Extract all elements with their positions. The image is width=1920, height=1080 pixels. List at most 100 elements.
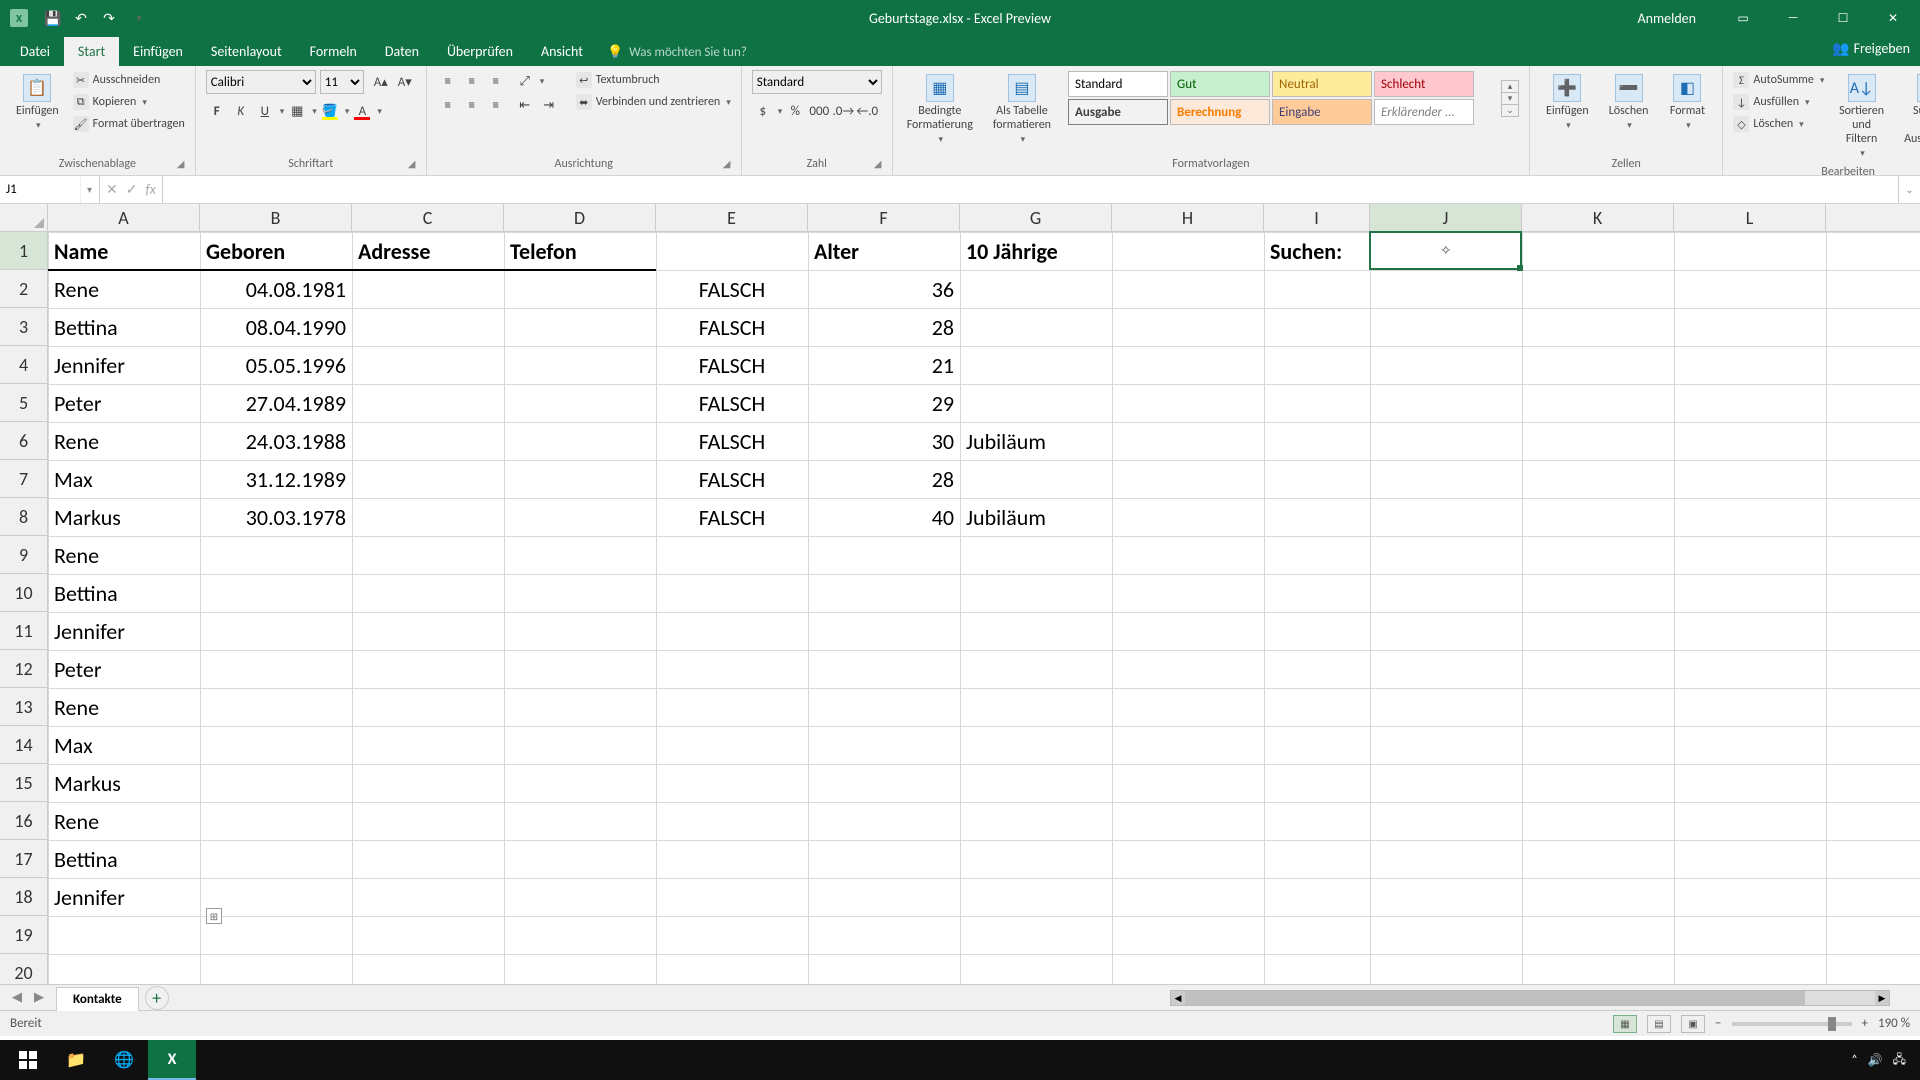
format-as-table-button[interactable]: ▤Als Tabelle formatieren▾ [985, 70, 1059, 149]
indent-increase-icon[interactable]: ⇥ [538, 94, 560, 116]
name-box-input[interactable] [0, 182, 80, 197]
cell-A6[interactable]: Rene [48, 422, 200, 460]
cell-E3[interactable]: FALSCH [656, 308, 808, 346]
cell-A14[interactable]: Max [48, 726, 200, 764]
find-select-button[interactable]: 🔍Suchen und Auswählen▾ [1899, 70, 1920, 163]
italic-button[interactable]: K [230, 100, 252, 122]
cut-button[interactable]: ✂Ausschneiden [73, 70, 185, 90]
percent-icon[interactable]: % [784, 100, 806, 122]
font-size-select[interactable]: 11 [320, 70, 364, 94]
cell-A2[interactable]: Rene [48, 270, 200, 308]
page-layout-view-icon[interactable]: ▤ [1647, 1015, 1671, 1033]
orientation-icon[interactable]: ⤢ [514, 70, 536, 92]
cell-F1[interactable]: Alter [808, 232, 960, 270]
comma-icon[interactable]: 000 [808, 100, 830, 122]
autosum-button[interactable]: ΣAutoSumme▾ [1733, 70, 1824, 90]
fx-icon[interactable]: fx [145, 181, 155, 198]
paste-button[interactable]: 📋Einfügen▾ [10, 70, 65, 135]
formula-input[interactable] [163, 176, 1898, 203]
tray-up-icon[interactable]: ˄ [1851, 1053, 1857, 1067]
volume-icon[interactable]: 🔊 [1868, 1053, 1883, 1068]
cell-G6[interactable]: Jubiläum [960, 422, 1112, 460]
row-header-18[interactable]: 18 [0, 878, 47, 916]
tab-ueberpruefen[interactable]: Überprüfen [433, 37, 527, 66]
enter-icon[interactable]: ✓ [126, 181, 138, 198]
style-gut[interactable]: Gut [1170, 71, 1270, 97]
start-button[interactable] [4, 1040, 52, 1080]
style-eingabe[interactable]: Eingabe [1272, 99, 1372, 125]
row-header-8[interactable]: 8 [0, 498, 47, 536]
sort-filter-button[interactable]: A↓Sortieren und Filtern▾ [1832, 70, 1890, 163]
cell-C1[interactable]: Adresse [352, 232, 504, 270]
format-cells-button[interactable]: ◧Format▾ [1662, 70, 1712, 135]
row-header-6[interactable]: 6 [0, 422, 47, 460]
row-header-17[interactable]: 17 [0, 840, 47, 878]
cell-F3[interactable]: 28 [808, 308, 960, 346]
col-header-J[interactable]: J [1370, 204, 1522, 231]
cell-F2[interactable]: 36 [808, 270, 960, 308]
row-header-19[interactable]: 19 [0, 916, 47, 954]
file-explorer-icon[interactable]: 📁 [52, 1040, 100, 1080]
cell-E5[interactable]: FALSCH [656, 384, 808, 422]
tab-daten[interactable]: Daten [371, 37, 433, 66]
col-header-G[interactable]: G [960, 204, 1112, 231]
cell-A1[interactable]: Name [48, 232, 200, 270]
cancel-icon[interactable]: ✕ [106, 181, 118, 198]
decrease-font-icon[interactable]: A▾ [394, 71, 416, 93]
cell-B5[interactable]: 27.04.1989 [200, 384, 352, 422]
cell-A10[interactable]: Bettina [48, 574, 200, 612]
sheet-tab[interactable]: Kontakte [56, 987, 139, 1011]
zoom-out-icon[interactable]: − [1715, 1016, 1721, 1031]
indent-decrease-icon[interactable]: ⇤ [514, 94, 536, 116]
close-button[interactable]: ✕ [1870, 0, 1916, 36]
add-sheet-button[interactable]: + [145, 986, 169, 1010]
increase-decimal-icon[interactable]: .0→ [832, 100, 854, 122]
zoom-slider[interactable] [1732, 1022, 1852, 1026]
align-middle-icon[interactable]: ≡ [461, 70, 483, 92]
clear-button[interactable]: ◇Löschen▾ [1733, 114, 1824, 134]
row-header-12[interactable]: 12 [0, 650, 47, 688]
cell-B2[interactable]: 04.08.1981 [200, 270, 352, 308]
excel-taskbar-icon[interactable]: X [148, 1040, 196, 1080]
cell-A8[interactable]: Markus [48, 498, 200, 536]
tab-formeln[interactable]: Formeln [296, 37, 371, 66]
cell-F7[interactable]: 28 [808, 460, 960, 498]
redo-icon[interactable]: ↷ [98, 7, 120, 29]
increase-font-icon[interactable]: A▴ [370, 71, 392, 93]
zoom-in-icon[interactable]: + [1862, 1016, 1868, 1031]
col-header-A[interactable]: A [48, 204, 200, 231]
row-header-3[interactable]: 3 [0, 308, 47, 346]
copy-button[interactable]: ⧉Kopieren▾ [73, 92, 185, 112]
cell-A16[interactable]: Rene [48, 802, 200, 840]
cell-A4[interactable]: Jennifer [48, 346, 200, 384]
conditional-formatting-button[interactable]: ▦Bedingte Formatierung▾ [903, 70, 977, 149]
cell-E8[interactable]: FALSCH [656, 498, 808, 536]
col-header-F[interactable]: F [808, 204, 960, 231]
style-schlecht[interactable]: Schlecht [1374, 71, 1474, 97]
dialog-launcher-icon[interactable]: ◢ [177, 157, 191, 171]
cell-G8[interactable]: Jubiläum [960, 498, 1112, 536]
cell-A5[interactable]: Peter [48, 384, 200, 422]
cell-G1[interactable]: 10 Jährige [960, 232, 1112, 270]
sheet-prev-icon[interactable]: ◀ [8, 990, 26, 1005]
gallery-more-icon[interactable]: ⌄ [1502, 105, 1518, 116]
share-button[interactable]: 👥Freigeben [1832, 40, 1910, 57]
tab-einfuegen[interactable]: Einfügen [119, 37, 197, 66]
col-header-C[interactable]: C [352, 204, 504, 231]
underline-button[interactable]: U [254, 100, 276, 122]
scroll-thumb[interactable] [1185, 991, 1805, 1005]
edge-icon[interactable]: 🌐 [100, 1040, 148, 1080]
col-header-E[interactable]: E [656, 204, 808, 231]
number-format-select[interactable]: Standard [752, 70, 882, 94]
cell-B7[interactable]: 31.12.1989 [200, 460, 352, 498]
cell-B1[interactable]: Geboren [200, 232, 352, 270]
format-painter-button[interactable]: 🖌Format übertragen [73, 114, 185, 134]
namebox-dropdown-icon[interactable]: ▾ [80, 176, 98, 203]
autofill-options-icon[interactable]: ⊞ [206, 908, 222, 924]
tab-start[interactable]: Start [64, 37, 119, 66]
cell-F4[interactable]: 21 [808, 346, 960, 384]
cell-A3[interactable]: Bettina [48, 308, 200, 346]
cell-B4[interactable]: 05.05.1996 [200, 346, 352, 384]
fill-handle[interactable] [1517, 265, 1523, 271]
cell-A11[interactable]: Jennifer [48, 612, 200, 650]
